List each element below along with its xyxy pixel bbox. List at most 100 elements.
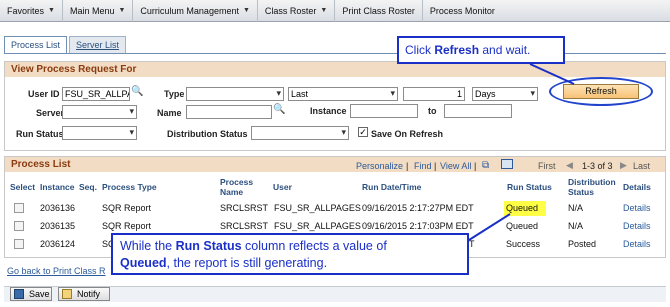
nav-main-menu-label: Main Menu	[69, 5, 115, 16]
name-label: Name	[157, 108, 182, 118]
notify-icon	[62, 289, 72, 299]
server-label: Server	[36, 108, 65, 118]
callout1-post: and wait.	[479, 43, 531, 57]
callout2-e: , the report is still generating.	[166, 256, 328, 270]
user-id-input[interactable]: FSU_SR_ALLPA	[62, 87, 130, 101]
callout2-c: column reflects a value of	[241, 239, 387, 253]
nav-curriculum-management[interactable]: Curriculum Management ▼	[133, 0, 258, 22]
row-user: FSU_SR_ALLPAGES	[274, 203, 361, 213]
save-on-refresh-label: Save On Refresh	[371, 129, 444, 139]
callout1-bold: Refresh	[434, 43, 480, 57]
row-process-name: SRCLSRST	[220, 221, 269, 231]
callout2-a: While the	[120, 239, 176, 253]
distribution-status-select[interactable]	[251, 126, 349, 140]
nav-print-label: Print Class Roster	[342, 5, 415, 16]
tab-divider	[4, 53, 666, 54]
panel-title: View Process Request For	[5, 62, 665, 77]
period-unit-select[interactable]: Days	[472, 87, 538, 101]
row-datetime: 09/16/2015 2:17:03PM EDT	[362, 221, 474, 231]
save-on-refresh-checkbox[interactable]: ✓	[358, 127, 368, 137]
type-label: Type	[164, 89, 185, 99]
row-instance: 2036124	[40, 239, 76, 249]
table-row: 2036136 SQR Report SRCLSRST FSU_SR_ALLPA…	[4, 200, 664, 217]
row-dist-status: N/A	[568, 203, 584, 213]
nav-curriculum-label: Curriculum Management	[140, 5, 239, 16]
instance-from-input[interactable]	[350, 104, 418, 118]
row-user: FSU_SR_ALLPAGES	[274, 221, 361, 231]
save-label: Save	[29, 289, 50, 299]
first-label[interactable]: First	[538, 161, 556, 171]
chevron-down-icon: ▼	[242, 7, 250, 14]
row-process-name: SRCLSRST	[220, 203, 269, 213]
row-details-link[interactable]: Details	[623, 239, 651, 249]
name-input[interactable]	[186, 105, 272, 119]
next-icon[interactable]: ▶	[620, 160, 627, 171]
nav-print-class-roster[interactable]: Print Class Roster	[335, 0, 423, 22]
instance-to-label: to	[428, 106, 437, 116]
nav-favorites-label: Favorites	[7, 5, 45, 16]
chevron-down-icon: ▼	[320, 7, 328, 14]
separator: |	[434, 161, 437, 171]
run-status-label: Run Status	[16, 129, 64, 139]
type-select[interactable]	[186, 87, 284, 101]
period-select[interactable]: Last	[288, 87, 398, 101]
nav-class-roster-label: Class Roster	[264, 5, 317, 16]
download-icon[interactable]	[501, 159, 513, 169]
callout-run-status: While the Run Status column reflects a v…	[111, 233, 469, 275]
row-details-link[interactable]: Details	[623, 221, 651, 231]
nav-favorites[interactable]: Favorites ▼	[0, 0, 63, 22]
user-id-label: User ID	[28, 89, 60, 99]
top-nav: Favorites ▼ Main Menu ▼ Curriculum Managem…	[0, 0, 670, 22]
row-datetime: T	[469, 239, 475, 249]
run-status-select[interactable]	[62, 126, 137, 140]
row-select-checkbox[interactable]	[14, 239, 24, 249]
nav-process-monitor-label: Process Monitor	[429, 5, 495, 16]
process-list-title: Process List	[11, 159, 71, 170]
col-distribution-status[interactable]: Distribution Status	[568, 177, 618, 199]
notify-button[interactable]: Notify	[58, 287, 110, 301]
nav-process-monitor[interactable]: Process Monitor	[423, 0, 502, 22]
callout2-d: Queued	[120, 256, 167, 270]
callout-refresh: Click Refresh and wait.	[397, 36, 565, 64]
page-range: 1-3 of 3	[582, 161, 613, 171]
tab-bar: Process List Server List	[4, 36, 128, 53]
separator: |	[406, 161, 409, 171]
last-label[interactable]: Last	[633, 161, 650, 171]
row-select-checkbox[interactable]	[14, 203, 24, 213]
row-run-status: Success	[506, 239, 541, 249]
save-button[interactable]: Save	[10, 287, 52, 301]
row-instance: 2036135	[40, 221, 76, 231]
save-icon	[14, 289, 24, 299]
search-icon[interactable]: 🔍	[131, 86, 143, 97]
nav-class-roster[interactable]: Class Roster ▼	[258, 0, 336, 22]
col-process-name[interactable]: Process Name	[220, 177, 260, 199]
row-process-type: SQR Report	[102, 203, 152, 213]
row-dist-status: Posted	[568, 239, 597, 249]
server-select[interactable]	[62, 105, 137, 119]
row-run-status: Queued	[506, 221, 539, 231]
chevron-down-icon: ▼	[118, 7, 126, 14]
refresh-highlight-ring	[549, 77, 653, 106]
zoom-icon[interactable]: ⧉	[482, 160, 489, 171]
row-details-link[interactable]: Details	[623, 203, 651, 213]
instance-to-input[interactable]	[444, 104, 512, 118]
prev-icon[interactable]: ◀	[566, 160, 573, 171]
tab-process-list[interactable]: Process List	[4, 36, 68, 53]
row-process-type: SQR Report	[102, 221, 152, 231]
view-all-link[interactable]: View All	[440, 161, 471, 171]
callout1-pre: Click	[405, 43, 435, 57]
callout2-b: Run Status	[175, 239, 242, 253]
go-back-link[interactable]: Go back to Print Class R	[7, 266, 106, 276]
chevron-down-icon: ▼	[48, 7, 55, 14]
row-select-checkbox[interactable]	[14, 221, 24, 231]
period-number-input[interactable]: 1	[403, 87, 465, 101]
instance-label: Instance	[310, 106, 347, 116]
tab-server-list[interactable]: Server List	[69, 36, 127, 53]
row-run-status: Queued	[506, 203, 539, 213]
personalize-link[interactable]: Personalize	[356, 161, 403, 171]
search-icon[interactable]: 🔍	[273, 104, 285, 115]
row-dist-status: N/A	[568, 221, 584, 231]
find-link[interactable]: Find	[414, 161, 432, 171]
nav-main-menu[interactable]: Main Menu ▼	[63, 0, 134, 22]
distribution-status-label: Distribution Status	[167, 129, 248, 139]
